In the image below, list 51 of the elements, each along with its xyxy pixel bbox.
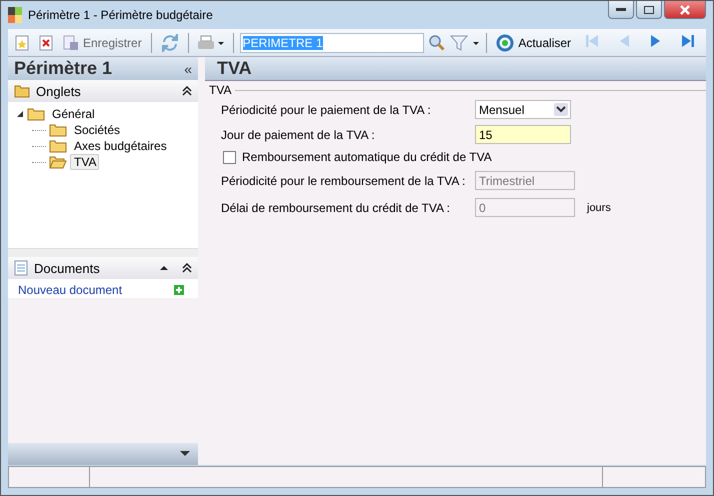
minimize-icon — [616, 8, 626, 12]
folder-icon — [14, 84, 30, 98]
skip-icon — [680, 33, 696, 49]
search-icon[interactable] — [428, 34, 446, 52]
save-icon — [63, 34, 79, 50]
field-label: Délai de remboursement du crédit de TVA : — [221, 200, 452, 214]
tree-item[interactable]: Axes budgétaires — [70, 138, 171, 154]
dropdown[interactable]: Mensuel — [475, 100, 571, 119]
group-title: TVA — [209, 83, 232, 97]
filter-icon[interactable] — [450, 34, 480, 52]
section-title: Onglets — [36, 84, 81, 98]
collapse-button[interactable]: « — [184, 60, 192, 76]
splitter-handle[interactable] — [8, 248, 198, 257]
field-label: Périodicité pour le paiement de la TVA : — [221, 102, 432, 116]
input-field[interactable]: Trimestriel — [475, 171, 575, 190]
collapse-icon[interactable] — [182, 86, 192, 96]
refresh-button[interactable]: Actualiser — [493, 32, 574, 52]
expand-icon[interactable] — [16, 110, 24, 118]
collapse-icon[interactable] — [182, 263, 192, 273]
tree-item[interactable]: Général — [48, 106, 99, 122]
minimize-button[interactable] — [608, 1, 634, 19]
skip-icon — [584, 33, 600, 49]
document-icon — [14, 260, 28, 276]
checkbox[interactable] — [223, 150, 236, 164]
panel-title: Périmètre 1 — [14, 58, 112, 79]
folder-icon — [49, 123, 67, 137]
refresh-icon — [496, 34, 514, 52]
maximize-button[interactable] — [636, 1, 662, 19]
tree-item[interactable]: Sociétés — [70, 122, 124, 138]
maximize-icon — [644, 6, 654, 14]
field-label: Remboursement automatique du crédit de TVA — [242, 150, 492, 164]
input-field[interactable]: 15 — [475, 125, 571, 144]
tree-item[interactable]: TVA — [70, 154, 100, 170]
caret-up-icon[interactable] — [160, 265, 168, 271]
add-icon[interactable] — [174, 285, 184, 295]
page-title: TVA — [217, 58, 252, 79]
window-title: Périmètre 1 - Périmètre budgétaire — [28, 8, 213, 22]
close-button[interactable] — [664, 1, 706, 19]
section-title: Documents — [34, 260, 100, 276]
caret-down-icon[interactable] — [180, 451, 190, 457]
folder-icon — [27, 107, 45, 121]
input-field[interactable]: 0 — [475, 198, 575, 217]
field-label: Jour de paiement de la TVA : — [221, 128, 376, 142]
folder-icon — [49, 155, 67, 169]
unit-label: jours — [587, 202, 611, 214]
app-icon — [8, 7, 22, 23]
new-document-link[interactable]: Nouveau document — [18, 283, 122, 297]
section-header[interactable]: Onglets — [8, 80, 198, 102]
folder-icon — [49, 139, 67, 153]
close-icon — [680, 4, 690, 14]
field-label: Périodicité pour le remboursement de la TVA : — [221, 174, 466, 188]
